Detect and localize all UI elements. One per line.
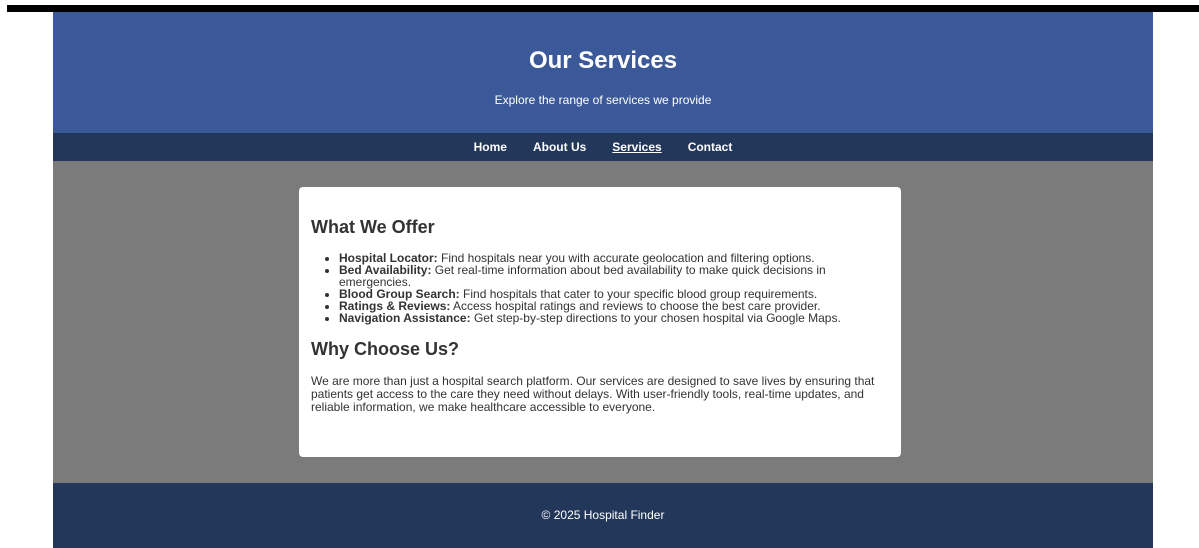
copyright-text: © 2025 Hospital Finder xyxy=(541,508,665,522)
list-item: Navigation Assistance: Get step-by-step … xyxy=(339,312,889,324)
main-content: What We Offer Hospital Locator: Find hos… xyxy=(53,161,1153,483)
main-nav: Home About Us Services Contact xyxy=(53,133,1153,161)
site-footer: © 2025 Hospital Finder xyxy=(53,483,1153,548)
site-header: Our Services Explore the range of servic… xyxy=(53,12,1153,133)
nav-link-about-us[interactable]: About Us xyxy=(533,140,586,154)
service-description: Get step-by-step directions to your chos… xyxy=(470,311,841,325)
service-title: Navigation Assistance: xyxy=(339,311,471,325)
why-paragraph: We are more than just a hospital search … xyxy=(311,374,875,414)
page-subtitle: Explore the range of services we provide xyxy=(494,93,712,107)
services-card: What We Offer Hospital Locator: Find hos… xyxy=(299,187,901,457)
why-heading: Why Choose Us? xyxy=(311,339,460,359)
offer-heading: What We Offer xyxy=(311,217,435,237)
nav-link-home[interactable]: Home xyxy=(474,140,507,154)
services-list: Hospital Locator: Find hospitals near yo… xyxy=(311,252,889,324)
top-border xyxy=(7,5,1199,12)
list-item: Bed Availability: Get real-time informat… xyxy=(339,264,889,288)
page: Our Services Explore the range of servic… xyxy=(53,12,1153,548)
page-title: Our Services xyxy=(528,47,678,74)
nav-link-services[interactable]: Services xyxy=(612,140,661,154)
nav-link-contact[interactable]: Contact xyxy=(688,140,733,154)
